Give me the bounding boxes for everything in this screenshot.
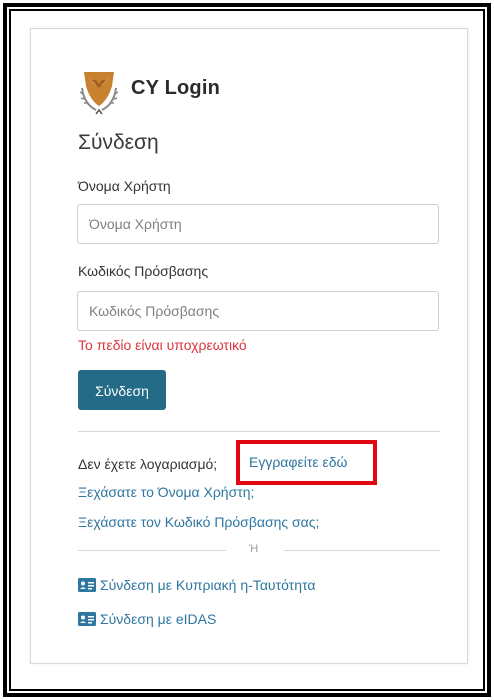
id-card-icon bbox=[78, 612, 96, 626]
username-input[interactable] bbox=[77, 204, 439, 244]
or-divider-right bbox=[284, 550, 440, 551]
forgot-username-link[interactable]: Ξεχάσατε το Όνομα Χρήστη; bbox=[78, 484, 254, 500]
password-label: Κωδικός Πρόσβασης bbox=[78, 263, 209, 279]
password-error-text: Το πεδίο είναι υποχρεωτικό bbox=[78, 337, 247, 353]
register-link[interactable]: Εγγραφείτε εδώ bbox=[249, 454, 347, 470]
password-input[interactable] bbox=[77, 291, 439, 331]
eidas-login-link[interactable]: Σύνδεση με eIDAS bbox=[100, 611, 216, 627]
login-button[interactable]: Σύνδεση bbox=[78, 370, 166, 410]
or-separator: Ή bbox=[249, 543, 259, 555]
section-divider bbox=[78, 431, 440, 432]
forgot-password-link[interactable]: Ξεχάσατε τον Κωδικό Πρόσβασης σας; bbox=[78, 514, 319, 530]
id-card-icon bbox=[78, 578, 96, 592]
username-label: Όνομα Χρήστη bbox=[78, 178, 171, 194]
cyprus-emblem-icon bbox=[79, 72, 119, 115]
or-divider-left bbox=[78, 550, 226, 551]
app-title: CY Login bbox=[131, 77, 221, 99]
cyprus-id-login-link[interactable]: Σύνδεση με Κυπριακή η-Ταυτότητα bbox=[100, 577, 315, 593]
page-title: Σύνδεση bbox=[78, 131, 159, 154]
no-account-text: Δεν έχετε λογαριασμό; bbox=[78, 456, 218, 472]
